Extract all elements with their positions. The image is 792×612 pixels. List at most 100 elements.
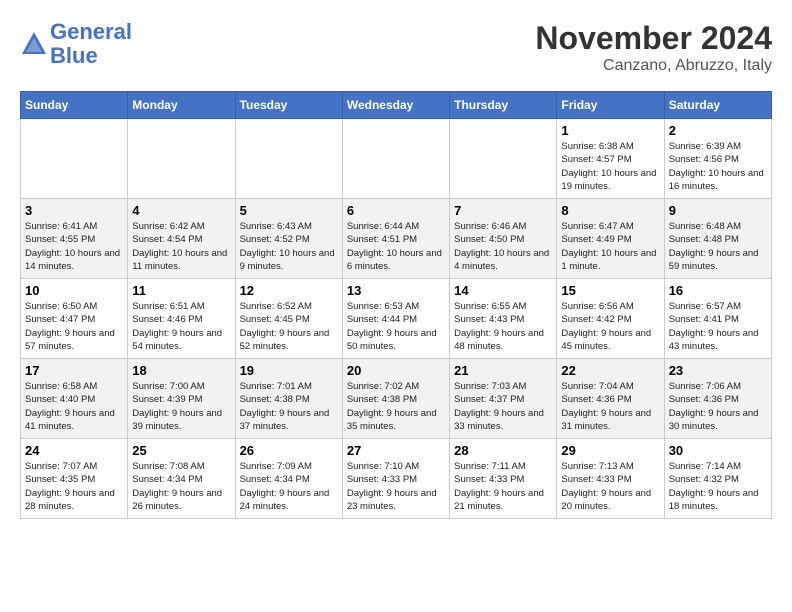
- day-info: Sunrise: 6:46 AM Sunset: 4:50 PM Dayligh…: [454, 220, 552, 273]
- calendar-cell: 21 Sunrise: 7:03 AM Sunset: 4:37 PM Dayli…: [450, 359, 557, 439]
- calendar-cell: 19 Sunrise: 7:01 AM Sunset: 4:38 PM Dayli…: [235, 359, 342, 439]
- calendar-cell: 25 Sunrise: 7:08 AM Sunset: 4:34 PM Dayli…: [128, 439, 235, 519]
- day-number: 8: [561, 203, 659, 218]
- day-info: Sunrise: 6:43 AM Sunset: 4:52 PM Dayligh…: [240, 220, 338, 273]
- calendar-cell: 7 Sunrise: 6:46 AM Sunset: 4:50 PM Daylig…: [450, 199, 557, 279]
- calendar-cell: 22Sunrise: 7:04 AM Sunset: 4:36 PM Dayli…: [557, 359, 664, 439]
- day-info: Sunrise: 6:57 AM Sunset: 4:41 PM Dayligh…: [669, 300, 767, 353]
- day-number: 22: [561, 363, 659, 378]
- day-info: Sunrise: 6:52 AM Sunset: 4:45 PM Dayligh…: [240, 300, 338, 353]
- calendar-cell: 8 Sunrise: 6:47 AM Sunset: 4:49 PM Daylig…: [557, 199, 664, 279]
- day-number: 3: [25, 203, 123, 218]
- day-number: 19: [240, 363, 338, 378]
- calendar-cell: 14 Sunrise: 6:55 AM Sunset: 4:43 PM Dayli…: [450, 279, 557, 359]
- day-number: 21: [454, 363, 552, 378]
- calendar-cell: 30 Sunrise: 7:14 AM Sunset: 4:32 PM Dayli…: [664, 439, 771, 519]
- calendar-cell: 20 Sunrise: 7:02 AM Sunset: 4:38 PM Dayli…: [342, 359, 449, 439]
- calendar-cell: 10 Sunrise: 6:50 AM Sunset: 4:47 PM Dayli…: [21, 279, 128, 359]
- day-info: Sunrise: 6:38 AM Sunset: 4:57 PM Dayligh…: [561, 140, 659, 193]
- day-number: 15: [561, 283, 659, 298]
- calendar-cell: 28 Sunrise: 7:11 AM Sunset: 4:33 PM Dayli…: [450, 439, 557, 519]
- weekday-header: Thursday: [450, 92, 557, 119]
- calendar-cell: [450, 119, 557, 199]
- day-number: 12: [240, 283, 338, 298]
- day-number: 10: [25, 283, 123, 298]
- calendar-cell: 13 Sunrise: 6:53 AM Sunset: 4:44 PM Dayli…: [342, 279, 449, 359]
- calendar-cell: 17Sunrise: 6:58 AM Sunset: 4:40 PM Dayli…: [21, 359, 128, 439]
- day-info: Sunrise: 6:53 AM Sunset: 4:44 PM Dayligh…: [347, 300, 445, 353]
- calendar-week-row: 1 Sunrise: 6:38 AM Sunset: 4:57 PM Daylig…: [21, 119, 772, 199]
- day-info: Sunrise: 7:13 AM Sunset: 4:33 PM Dayligh…: [561, 460, 659, 513]
- day-info: Sunrise: 7:09 AM Sunset: 4:34 PM Dayligh…: [240, 460, 338, 513]
- calendar-cell: 2 Sunrise: 6:39 AM Sunset: 4:56 PM Daylig…: [664, 119, 771, 199]
- calendar-cell: 24 Sunrise: 7:07 AM Sunset: 4:35 PM Dayli…: [21, 439, 128, 519]
- day-info: Sunrise: 7:11 AM Sunset: 4:33 PM Dayligh…: [454, 460, 552, 513]
- weekday-header: Friday: [557, 92, 664, 119]
- day-number: 4: [132, 203, 230, 218]
- day-number: 25: [132, 443, 230, 458]
- day-number: 7: [454, 203, 552, 218]
- day-number: 24: [25, 443, 123, 458]
- calendar-cell: 6Sunrise: 6:44 AM Sunset: 4:51 PM Daylig…: [342, 199, 449, 279]
- day-number: 1: [561, 123, 659, 138]
- day-number: 6: [347, 203, 445, 218]
- day-number: 13: [347, 283, 445, 298]
- day-number: 16: [669, 283, 767, 298]
- weekday-header: Saturday: [664, 92, 771, 119]
- day-info: Sunrise: 6:47 AM Sunset: 4:49 PM Dayligh…: [561, 220, 659, 273]
- day-info: Sunrise: 7:07 AM Sunset: 4:35 PM Dayligh…: [25, 460, 123, 513]
- calendar-table: SundayMondayTuesdayWednesdayThursdayFrid…: [20, 91, 772, 519]
- day-number: 2: [669, 123, 767, 138]
- day-number: 14: [454, 283, 552, 298]
- calendar-cell: 23 Sunrise: 7:06 AM Sunset: 4:36 PM Dayli…: [664, 359, 771, 439]
- calendar-cell: 15 Sunrise: 6:56 AM Sunset: 4:42 PM Dayli…: [557, 279, 664, 359]
- logo-icon: [20, 30, 48, 58]
- day-info: Sunrise: 7:03 AM Sunset: 4:37 PM Dayligh…: [454, 380, 552, 433]
- day-info: Sunrise: 7:10 AM Sunset: 4:33 PM Dayligh…: [347, 460, 445, 513]
- day-number: 30: [669, 443, 767, 458]
- logo-line1: General: [50, 19, 132, 44]
- day-info: Sunrise: 7:14 AM Sunset: 4:32 PM Dayligh…: [669, 460, 767, 513]
- calendar-cell: 18Sunrise: 7:00 AM Sunset: 4:39 PM Dayli…: [128, 359, 235, 439]
- calendar-cell: 29 Sunrise: 7:13 AM Sunset: 4:33 PM Dayli…: [557, 439, 664, 519]
- day-number: 29: [561, 443, 659, 458]
- day-number: 20: [347, 363, 445, 378]
- title-block: November 2024 Canzano, Abruzzo, Italy: [535, 20, 772, 75]
- calendar-cell: [342, 119, 449, 199]
- day-number: 28: [454, 443, 552, 458]
- day-info: Sunrise: 6:39 AM Sunset: 4:56 PM Dayligh…: [669, 140, 767, 193]
- day-info: Sunrise: 6:55 AM Sunset: 4:43 PM Dayligh…: [454, 300, 552, 353]
- location: Canzano, Abruzzo, Italy: [535, 57, 772, 75]
- day-info: Sunrise: 7:02 AM Sunset: 4:38 PM Dayligh…: [347, 380, 445, 433]
- day-info: Sunrise: 6:50 AM Sunset: 4:47 PM Dayligh…: [25, 300, 123, 353]
- page-header: General Blue November 2024 Canzano, Abru…: [20, 20, 772, 75]
- day-info: Sunrise: 6:56 AM Sunset: 4:42 PM Dayligh…: [561, 300, 659, 353]
- weekday-header: Monday: [128, 92, 235, 119]
- day-info: Sunrise: 6:42 AM Sunset: 4:54 PM Dayligh…: [132, 220, 230, 273]
- day-info: Sunrise: 7:00 AM Sunset: 4:39 PM Dayligh…: [132, 380, 230, 433]
- logo-line2: Blue: [50, 43, 98, 68]
- day-info: Sunrise: 7:06 AM Sunset: 4:36 PM Dayligh…: [669, 380, 767, 433]
- calendar-week-row: 17Sunrise: 6:58 AM Sunset: 4:40 PM Dayli…: [21, 359, 772, 439]
- day-info: Sunrise: 7:08 AM Sunset: 4:34 PM Dayligh…: [132, 460, 230, 513]
- day-number: 23: [669, 363, 767, 378]
- calendar-cell: 26 Sunrise: 7:09 AM Sunset: 4:34 PM Dayli…: [235, 439, 342, 519]
- weekday-header-row: SundayMondayTuesdayWednesdayThursdayFrid…: [21, 92, 772, 119]
- day-number: 27: [347, 443, 445, 458]
- day-info: Sunrise: 6:51 AM Sunset: 4:46 PM Dayligh…: [132, 300, 230, 353]
- calendar-cell: [128, 119, 235, 199]
- calendar-cell: 9Sunrise: 6:48 AM Sunset: 4:48 PM Daylig…: [664, 199, 771, 279]
- day-info: Sunrise: 7:01 AM Sunset: 4:38 PM Dayligh…: [240, 380, 338, 433]
- day-info: Sunrise: 6:41 AM Sunset: 4:55 PM Dayligh…: [25, 220, 123, 273]
- calendar-cell: [21, 119, 128, 199]
- calendar-cell: 11Sunrise: 6:51 AM Sunset: 4:46 PM Dayli…: [128, 279, 235, 359]
- logo: General Blue: [20, 20, 132, 68]
- day-number: 26: [240, 443, 338, 458]
- calendar-cell: 4 Sunrise: 6:42 AM Sunset: 4:54 PM Daylig…: [128, 199, 235, 279]
- calendar-cell: [235, 119, 342, 199]
- month-title: November 2024: [535, 20, 772, 57]
- day-info: Sunrise: 6:58 AM Sunset: 4:40 PM Dayligh…: [25, 380, 123, 433]
- calendar-cell: 3 Sunrise: 6:41 AM Sunset: 4:55 PM Daylig…: [21, 199, 128, 279]
- weekday-header: Wednesday: [342, 92, 449, 119]
- logo-text: General Blue: [50, 20, 132, 68]
